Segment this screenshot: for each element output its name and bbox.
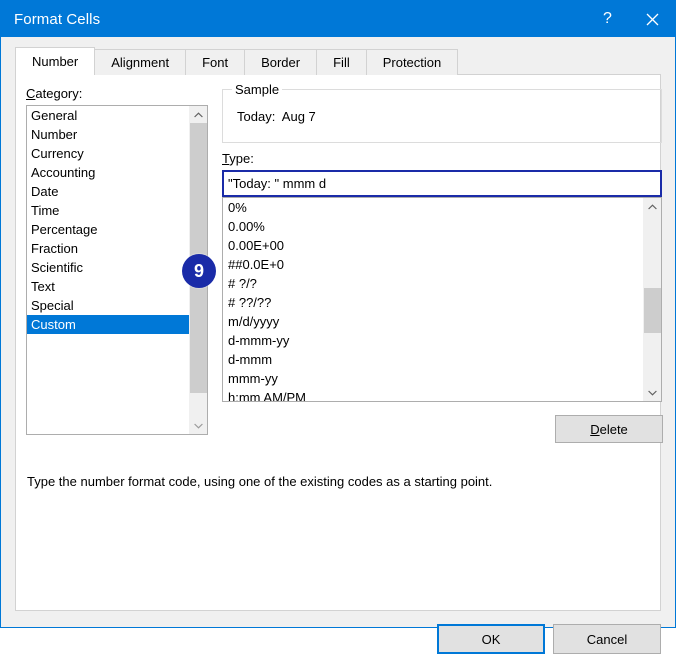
sample-groupbox: Sample Today: Aug 7 — [222, 82, 662, 143]
type-list-item[interactable]: # ??/?? — [223, 293, 644, 312]
category-list-item[interactable]: Percentage — [27, 220, 190, 239]
category-label: Category: — [26, 86, 82, 101]
type-list-item[interactable]: ##0.0E+0 — [223, 255, 644, 274]
type-list-item[interactable]: d-mmm-yy — [223, 331, 644, 350]
type-scrollbar[interactable] — [643, 198, 661, 401]
type-list-item[interactable]: 0.00% — [223, 217, 644, 236]
tab-alignment[interactable]: Alignment — [94, 49, 187, 75]
number-tab-panel: Category: General Number Currency Accountin… — [15, 74, 663, 611]
category-list-item[interactable]: Scientific — [27, 258, 190, 277]
step-badge: 9 — [182, 254, 216, 288]
category-list-item[interactable]: Time — [27, 201, 190, 220]
type-list-item[interactable]: mmm-yy — [223, 369, 644, 388]
tab-number[interactable]: Number — [15, 47, 96, 75]
category-list-item[interactable]: Special — [27, 296, 190, 315]
cancel-button[interactable]: Cancel — [553, 624, 661, 654]
help-text: Type the number format code, using one o… — [27, 474, 493, 489]
category-list-item[interactable]: Custom — [27, 315, 190, 334]
delete-button-label: elete — [599, 421, 628, 437]
delete-button-accel: D — [590, 421, 600, 437]
delete-button[interactable]: Delete — [555, 415, 663, 443]
window-title: Format Cells — [14, 10, 101, 28]
category-list-item[interactable]: Number — [27, 125, 190, 144]
type-list-item[interactable]: d-mmm — [223, 350, 644, 369]
type-list-item[interactable]: 0.00E+00 — [223, 236, 644, 255]
category-label-accel: C — [26, 86, 36, 101]
type-label: Type: — [222, 151, 254, 166]
type-label-rest: ype: — [229, 151, 254, 166]
tab-fill[interactable]: Fill — [316, 49, 367, 75]
type-list-item[interactable]: h:mm AM/PM — [223, 388, 644, 401]
type-listbox[interactable]: 0% 0.00% 0.00E+00 ##0.0E+0 # ?/? # ??/?? m/d/y… — [222, 197, 662, 402]
type-scroll-down-icon[interactable] — [644, 384, 661, 401]
tab-border[interactable]: Border — [244, 49, 318, 75]
category-list-item[interactable]: Currency — [27, 144, 190, 163]
type-scroll-up-icon[interactable] — [644, 198, 661, 215]
category-list-item[interactable]: Fraction — [27, 239, 190, 258]
category-list-item[interactable]: General — [27, 106, 190, 125]
type-list-item[interactable]: m/d/yyyy — [223, 312, 644, 331]
category-label-rest: ategory: — [35, 86, 83, 101]
title-bar: Format Cells ? — [1, 1, 675, 37]
category-scroll-up-icon[interactable] — [190, 106, 207, 123]
tab-font[interactable]: Font — [185, 49, 246, 75]
sample-legend: Sample — [232, 82, 283, 97]
format-cells-dialog: Format Cells ? Number Alignment Font Bor… — [0, 0, 676, 654]
category-list-item[interactable]: Text — [27, 277, 190, 296]
close-icon[interactable] — [630, 1, 675, 37]
type-listbox-items: 0% 0.00% 0.00E+00 ##0.0E+0 # ?/? # ??/?? m/d/y… — [223, 198, 644, 401]
category-listbox[interactable]: General Number Currency Accounting Date Time P… — [26, 105, 208, 435]
type-scroll-thumb[interactable] — [644, 288, 661, 333]
type-list-item[interactable]: # ?/? — [223, 274, 644, 293]
category-list-item[interactable]: Date — [27, 182, 190, 201]
help-icon[interactable]: ? — [585, 1, 630, 37]
tab-protection[interactable]: Protection — [365, 49, 459, 75]
dialog-footer: OK Cancel — [1, 611, 675, 654]
sample-value: Today: Aug 7 — [237, 109, 316, 124]
tab-strip: Number Alignment Font Border Fill Protec… — [15, 47, 675, 75]
category-scroll-down-icon[interactable] — [190, 417, 207, 434]
ok-button[interactable]: OK — [437, 624, 545, 654]
category-list-item[interactable]: Accounting — [27, 163, 190, 182]
type-input[interactable] — [222, 170, 662, 197]
type-list-item[interactable]: 0% — [223, 198, 644, 217]
category-listbox-items: General Number Currency Accounting Date Time P… — [27, 106, 190, 434]
